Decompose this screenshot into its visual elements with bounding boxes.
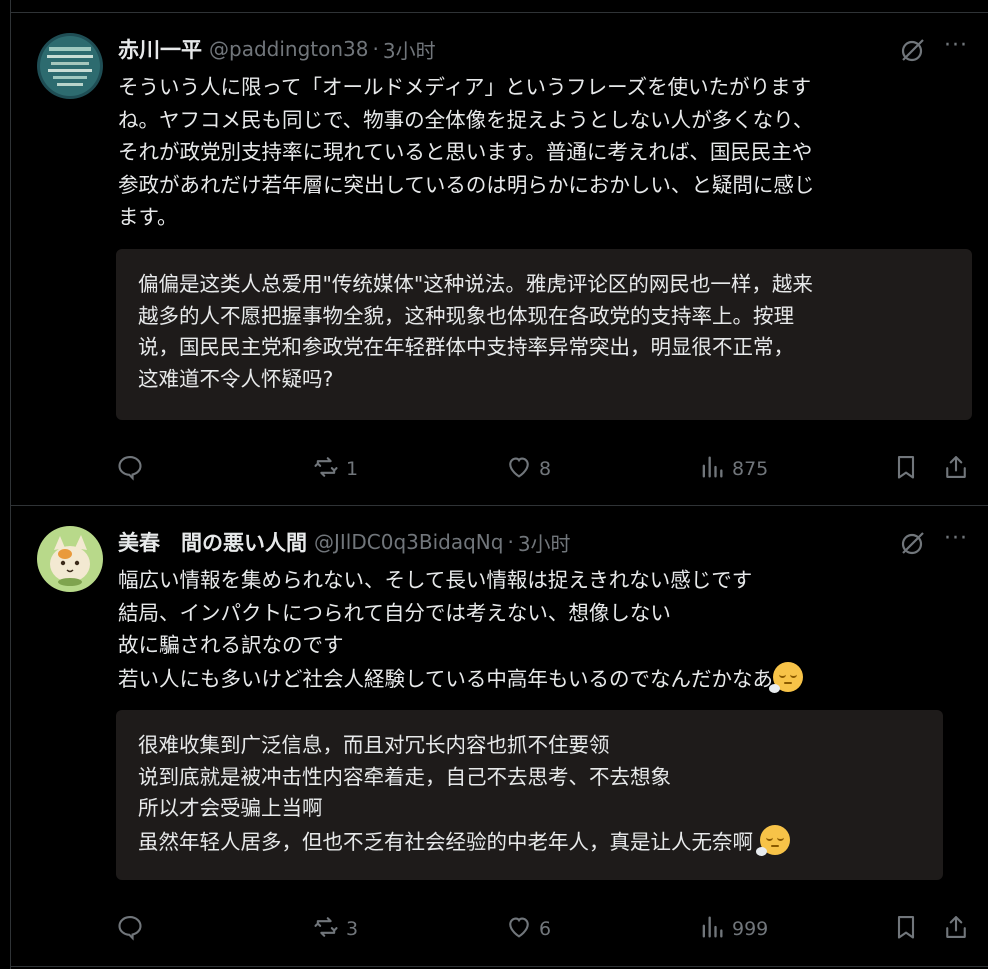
translation-box: 偏偏是这类人总爱用"传统媒体"这种说法。雅虎评论区的网民也一样，越来 越多的人不… [116, 249, 972, 420]
reply-icon [116, 453, 144, 486]
like-button[interactable]: 6 [505, 909, 551, 949]
repost-count: 3 [346, 918, 359, 940]
bookmark-icon [892, 913, 920, 946]
action-bar: 3 6 999 [116, 909, 988, 949]
post-text-line-text: 若い人にも多いけど社会人経験している中高年もいるのでなんだかなあ [118, 666, 773, 691]
bookmark-button[interactable] [892, 449, 920, 489]
translation-line: 所以才会受骗上当啊 [138, 796, 323, 820]
grok-icon[interactable] [900, 37, 926, 63]
repost-button[interactable]: 3 [312, 909, 358, 949]
repost-count: 1 [346, 458, 359, 480]
share-icon [942, 913, 970, 946]
post-time[interactable]: 3小时 [383, 35, 436, 64]
grok-icon[interactable] [900, 530, 926, 556]
like-icon [505, 453, 533, 486]
share-button[interactable] [942, 449, 970, 489]
post-text: 幅広い情報を集められない、そして長い情報は捉えきれない感じです 結局、インパクト… [118, 564, 966, 695]
share-icon [942, 453, 970, 486]
post-text-line: 結局、インパクトにつられて自分では考えない、想像しない [118, 600, 671, 625]
translation-box: 很难收集到广泛信息，而且对冗长内容也抓不住要领 说到底就是被冲击性内容牵着走，自… [116, 710, 943, 880]
views-button[interactable]: 999 [698, 909, 768, 949]
post-time[interactable]: 3小时 [518, 528, 571, 557]
views-count: 999 [732, 918, 769, 940]
post-text-line: 幅広い情報を集められない、そして長い情報は捉えきれない感じです [118, 568, 753, 592]
header-separator: · [507, 530, 514, 554]
translation-line: 很难收集到广泛信息，而且对冗长内容也抓不住要领 [138, 733, 610, 757]
post-header: 美春 間の悪い人間 @JIlDC0q3BidaqNq · 3小时 ··· [118, 526, 988, 557]
like-button[interactable]: 8 [505, 449, 551, 489]
author-handle[interactable]: @JIlDC0q3BidaqNq [314, 530, 503, 554]
author-handle[interactable]: @paddington38 [209, 37, 368, 61]
views-icon [698, 453, 726, 486]
header-separator: · [372, 37, 379, 61]
repost-icon [312, 453, 340, 486]
author-name[interactable]: 赤川一平 [118, 34, 202, 64]
bookmark-button[interactable] [892, 909, 920, 949]
translation-line-text: 虽然年轻人居多，但也不乏有社会经验的中老年人，真是让人无奈啊 [138, 829, 753, 854]
post-2[interactable]: 美春 間の悪い人間 @JIlDC0q3BidaqNq · 3小时 ··· 幅広い… [11, 506, 988, 969]
like-icon [505, 913, 533, 946]
post-1[interactable]: 赤川一平 @paddington38 · 3小时 ··· そういう人に限って「オ… [11, 13, 988, 505]
translation-line: 虽然年轻人居多，但也不乏有社会经验的中老年人，真是让人无奈啊 [138, 824, 921, 859]
views-icon [698, 913, 726, 946]
more-icon[interactable]: ··· [944, 33, 968, 58]
like-count: 8 [539, 458, 552, 480]
repost-button[interactable]: 1 [312, 449, 358, 489]
post-text-line: 若い人にも多いけど社会人経験している中高年もいるのでなんだかなあ [118, 661, 966, 696]
more-icon[interactable]: ··· [944, 526, 968, 551]
avatar[interactable] [37, 33, 103, 99]
reply-button[interactable] [116, 449, 150, 489]
post-text-line: 故に騙される訳なのです [118, 633, 344, 657]
avatar[interactable] [37, 526, 103, 592]
reply-button[interactable] [116, 909, 150, 949]
action-bar: 1 8 875 [116, 449, 988, 489]
translation-line: 说到底就是被冲击性内容牵着走，自己不去思考、不去想象 [138, 764, 671, 789]
views-button[interactable]: 875 [698, 449, 768, 489]
post-header: 赤川一平 @paddington38 · 3小时 ··· [118, 33, 988, 64]
divider-bottom [10, 966, 988, 967]
share-button[interactable] [942, 909, 970, 949]
relieved-face-emoji-icon [755, 824, 790, 856]
author-name[interactable]: 美春 間の悪い人間 [118, 527, 307, 557]
views-count: 875 [732, 458, 769, 480]
reply-icon [116, 913, 144, 946]
bookmark-icon [892, 453, 920, 486]
like-count: 6 [539, 918, 552, 940]
relieved-face-emoji-icon [768, 661, 803, 693]
repost-icon [312, 913, 340, 946]
post-text: そういう人に限って「オールドメディア」というフレーズを使いたがります ね。ヤフコ… [118, 75, 815, 229]
